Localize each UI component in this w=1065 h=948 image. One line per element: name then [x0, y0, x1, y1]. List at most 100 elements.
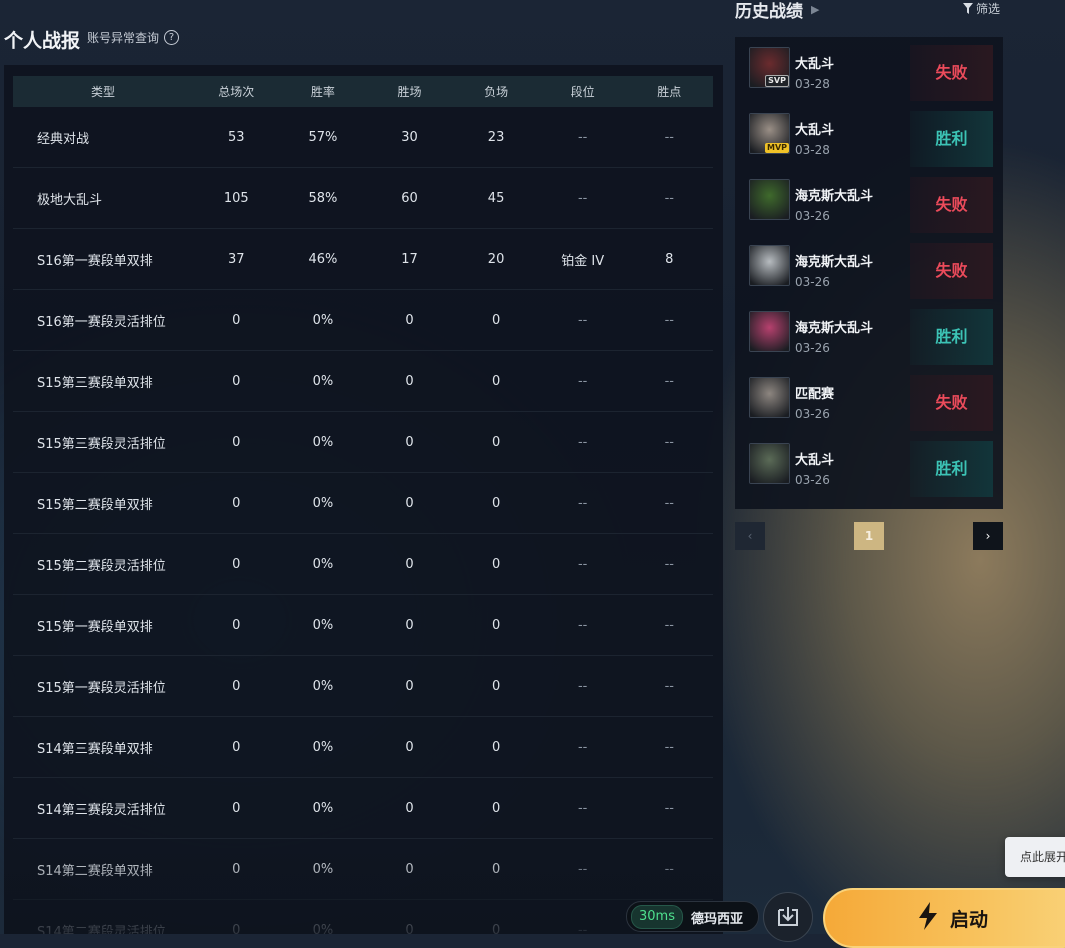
table-cell: 0 [491, 312, 501, 328]
table-cell: 0 [491, 373, 501, 389]
table-cell: 60 [401, 190, 418, 206]
table-cell: -- [577, 312, 588, 328]
prev-page-button[interactable]: ‹ [735, 522, 765, 550]
table-cell: 0 [232, 556, 241, 572]
column-header: 胜点 [657, 85, 682, 99]
table-cell: 0 [232, 678, 241, 694]
match-card[interactable]: 海克斯大乱斗 03-26 失败 [735, 235, 993, 299]
table-cell: 58% [308, 190, 338, 206]
match-mode: 匹配赛 [795, 387, 835, 402]
table-cell: 0 [405, 800, 414, 816]
table-cell: -- [577, 861, 588, 877]
table-cell: -- [577, 556, 588, 572]
table-cell: 0 [232, 495, 241, 511]
table-row: 极地大乱斗 105 58% 60 45 -- -- [13, 168, 713, 229]
table-cell: -- [664, 739, 674, 755]
table-cell: 0% [312, 861, 334, 877]
table-row: S16第一赛段单双排 37 46% 17 20 铂金 IV 8 [13, 229, 713, 290]
row-type-cell: S15第三赛段灵活排位 [37, 436, 166, 452]
row-type-cell: S16第一赛段灵活排位 [37, 314, 166, 330]
champion-portrait [750, 180, 789, 219]
table-cell: 0 [491, 739, 501, 755]
table-cell: 0 [232, 373, 241, 389]
table-cell: 0 [405, 373, 414, 389]
table-cell: 0 [232, 617, 241, 633]
match-result: 胜利 [910, 111, 993, 167]
row-type-cell: 极地大乱斗 [37, 192, 103, 208]
table-cell: 37 [228, 251, 245, 267]
launch-button[interactable]: 启动 [823, 888, 1065, 948]
table-cell: 0% [312, 495, 334, 511]
match-mode: 海克斯大乱斗 [795, 189, 874, 204]
match-card[interactable]: 大乱斗 03-26 胜利 [735, 433, 993, 497]
row-type-cell: S15第二赛段灵活排位 [37, 558, 166, 574]
table-body: 经典对战 53 57% 30 23 -- -- 极地大乱斗 105 58% 60 45 -- -- S16第… [13, 107, 713, 934]
champion-avatar: MVP [749, 113, 790, 154]
match-result: 失败 [910, 243, 993, 299]
row-type-cell: S14第二赛段单双排 [37, 863, 153, 879]
champion-avatar: SVP [749, 47, 790, 88]
table-cell: -- [664, 556, 674, 572]
match-date: 03-26 [795, 407, 830, 421]
row-type-cell: 经典对战 [37, 131, 90, 147]
table-row: S14第二赛段灵活排位00%00---- [13, 900, 713, 935]
champion-portrait [750, 246, 789, 285]
match-card[interactable]: SVP 大乱斗 03-28 失败 [735, 37, 993, 101]
page-1-button[interactable]: 1 [854, 522, 884, 550]
table-cell: 8 [665, 251, 674, 267]
column-header: 负场 [484, 85, 509, 99]
server-status[interactable]: 30ms 德玛西亚 [626, 901, 759, 932]
table-cell: -- [577, 129, 588, 145]
region-label: 德玛西亚 [691, 912, 744, 927]
row-type-cell: S15第一赛段灵活排位 [37, 680, 166, 696]
history-title[interactable]: 历史战绩 ▶ [735, 0, 819, 22]
stats-table: 类型 总场次 胜率 胜场 负场 段位 胜点 经典对战 53 57% 30 23 -- -- 极… [13, 76, 713, 934]
table-cell: 0 [405, 739, 414, 755]
match-date: 03-28 [795, 143, 830, 157]
table-cell: -- [577, 678, 588, 694]
row-type-cell: S15第二赛段单双排 [37, 497, 153, 513]
row-type-cell: S14第三赛段灵活排位 [37, 802, 166, 818]
table-cell: -- [664, 373, 674, 389]
column-header: 总场次 [218, 85, 255, 99]
champion-avatar [749, 443, 790, 484]
match-card[interactable]: 海克斯大乱斗 03-26 胜利 [735, 301, 993, 365]
champion-portrait [750, 312, 789, 351]
account-anomaly-label: 账号异常查询 [87, 31, 160, 45]
lightning-icon [919, 902, 937, 930]
table-cell: 0% [312, 312, 334, 328]
account-anomaly-link[interactable]: 账号异常查询 ? [87, 29, 180, 46]
table-cell: 0 [405, 617, 414, 633]
match-card[interactable]: 海克斯大乱斗 03-26 失败 [735, 169, 993, 233]
filter-button[interactable]: 筛选 [963, 0, 1000, 17]
expand-tooltip[interactable]: 点此展开 [1005, 837, 1065, 877]
help-icon[interactable]: ? [164, 30, 180, 45]
match-mode: 大乱斗 [795, 123, 835, 138]
table-cell: -- [664, 800, 674, 816]
next-page-button[interactable]: › [973, 522, 1003, 550]
table-row: 经典对战 53 57% 30 23 -- -- [13, 107, 713, 168]
match-card[interactable]: 匹配赛 03-26 失败 [735, 367, 993, 431]
download-button[interactable] [763, 892, 813, 942]
match-date: 03-28 [795, 77, 830, 91]
table-cell: 46% [308, 251, 338, 267]
table-cell: 45 [487, 190, 505, 206]
table-cell: 0 [491, 617, 501, 633]
table-cell: -- [577, 434, 588, 450]
table-cell: -- [577, 739, 588, 755]
table-cell: -- [577, 617, 588, 633]
page-title: 个人战报 [4, 30, 81, 52]
table-cell: -- [664, 312, 674, 328]
column-header: 类型 [90, 85, 115, 99]
table-row: S14第三赛段单双排 0 0% 0 0 -- -- [13, 717, 713, 778]
champion-portrait [750, 378, 789, 417]
match-mode: 大乱斗 [795, 57, 835, 72]
row-type-cell: S16第一赛段单双排 [37, 253, 153, 269]
row-type-cell: S15第三赛段单双排 [37, 375, 153, 391]
table-cell: -- [577, 922, 588, 935]
history-title-label: 历史战绩 [735, 2, 803, 22]
match-date: 03-26 [795, 341, 830, 355]
table-cell: -- [664, 861, 674, 877]
table-row: S15第二赛段单双排 0 0% 0 0 -- -- [13, 473, 713, 534]
match-card[interactable]: MVP 大乱斗 03-28 胜利 [735, 103, 993, 167]
